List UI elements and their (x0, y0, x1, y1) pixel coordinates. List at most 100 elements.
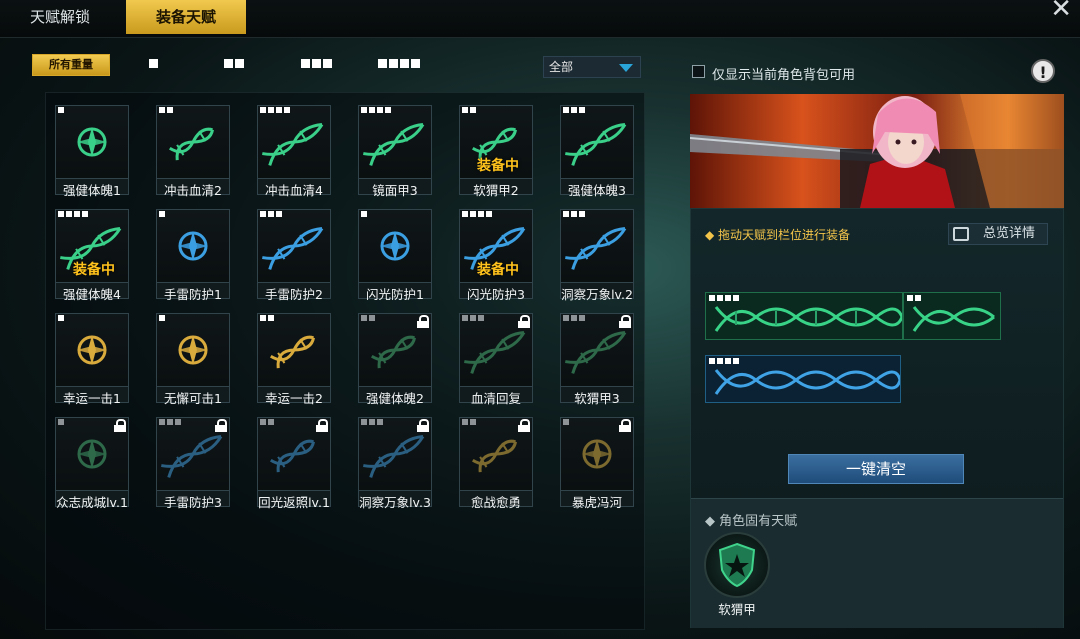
gold-dna-icon (270, 335, 315, 369)
gold-compass-icon (178, 335, 208, 365)
talent-card[interactable]: 手雷防护2 (257, 209, 331, 302)
character-portrait (690, 94, 1064, 208)
lock-icon (114, 419, 126, 432)
weight-dots (260, 211, 282, 217)
tab-equip-talent[interactable]: 装备天赋 (126, 0, 246, 34)
talent-card[interactable]: 手雷防护1 (156, 209, 230, 302)
equipped-slot-green-4[interactable] (705, 292, 903, 340)
weight-dots (58, 211, 88, 217)
talent-name: 手雷防护2 (265, 287, 323, 302)
talent-card[interactable]: 闪光防护1 (358, 209, 432, 302)
weight-dots (361, 211, 367, 217)
talent-card[interactable]: 冲击血清2 (156, 105, 230, 198)
category-dropdown-value: 全部 (549, 60, 574, 74)
talent-card[interactable]: 无懈可击1 (156, 313, 230, 406)
talent-name: 软猬甲2 (473, 183, 519, 198)
weight-dots (907, 295, 921, 301)
talent-card[interactable]: 强健体魄2 (358, 313, 432, 406)
drag-hint: ◆ 拖动天赋到栏位进行装备 (705, 228, 851, 242)
talent-name: 闪光防护3 (467, 287, 525, 302)
talent-name: 闪光防护1 (366, 287, 424, 302)
green-dna-icon (262, 123, 324, 166)
filter-weight-1[interactable] (149, 59, 158, 69)
equipped-slot-green-2[interactable] (903, 292, 1001, 340)
weight-dots (361, 107, 391, 113)
blue-dna-icon (262, 227, 324, 270)
category-dropdown[interactable]: 全部 (543, 56, 641, 78)
talent-name: 软猬甲3 (574, 391, 620, 406)
talent-card[interactable]: 装备中软猬甲2 (459, 105, 533, 198)
talent-card[interactable]: 手雷防护3 (156, 417, 230, 510)
clear-all-button[interactable]: 一键清空 (788, 454, 964, 484)
weight-dots (462, 107, 476, 113)
tab-talent-unlock[interactable]: 天赋解锁 (0, 0, 120, 34)
lock-icon (619, 419, 631, 432)
weight-dots (260, 419, 274, 425)
talent-name: 镜面甲3 (372, 183, 418, 198)
filter-weight-3[interactable] (301, 59, 332, 69)
innate-title-text: 角色固有天赋 (719, 514, 798, 529)
talent-card[interactable]: 暴虎冯河 (560, 417, 634, 510)
weight-dots (58, 107, 64, 113)
equipped-badge: 装备中 (73, 262, 115, 278)
backpack-filter-checkbox[interactable] (692, 65, 705, 78)
talent-name: 洞察万象lv.3 (359, 495, 431, 510)
talent-card[interactable]: 回光返照lv.1 (257, 417, 331, 510)
weight-dots (563, 315, 585, 321)
lock-icon (619, 315, 631, 328)
weight-dots (260, 107, 290, 113)
overview-detail-button[interactable]: 总览详情 (948, 223, 1048, 245)
blue-compass-icon (380, 231, 410, 261)
gold-compass-icon (77, 335, 107, 365)
talent-card[interactable]: 软猬甲3 (560, 313, 634, 406)
innate-talent-title: ◆ 角色固有天赋 (705, 514, 798, 529)
talent-name: 强健体魄4 (63, 287, 121, 302)
filter-weight-4[interactable] (378, 59, 420, 69)
talent-name: 幸运一击2 (265, 391, 323, 406)
weight-dots (159, 419, 181, 425)
talent-name: 幸运一击1 (63, 391, 121, 406)
talent-card[interactable]: 愈战愈勇 (459, 417, 533, 510)
talent-name: 暴虎冯河 (571, 495, 622, 510)
green-dna-icon (565, 123, 627, 166)
talent-name: 愈战愈勇 (470, 495, 521, 510)
overview-detail-label: 总览详情 (983, 226, 1036, 241)
green-compass-icon (77, 127, 107, 157)
weight-dots (462, 315, 484, 321)
document-icon (953, 227, 969, 241)
green-dna-icon (169, 127, 214, 161)
talent-card[interactable]: 洞察万象lv.2 (560, 209, 634, 302)
talent-card[interactable]: 幸运一击2 (257, 313, 331, 406)
weight-dots (709, 295, 739, 301)
lock-icon (518, 315, 530, 328)
weight-dots (361, 315, 375, 321)
equipped-badge: 装备中 (477, 158, 519, 174)
talent-card[interactable]: 镜面甲3 (358, 105, 432, 198)
talent-card[interactable]: 强健体魄1 (55, 105, 129, 198)
talent-name: 众志成城lv.1 (56, 495, 128, 510)
talent-card[interactable]: 洞察万象lv.3 (358, 417, 432, 510)
talent-card[interactable]: 冲击血清4 (257, 105, 331, 198)
filter-weight-2[interactable] (224, 59, 244, 69)
talent-name: 血清回复 (470, 391, 521, 406)
talent-name: 手雷防护1 (164, 287, 222, 302)
talent-name: 强健体魄1 (63, 183, 121, 198)
talent-card[interactable]: 血清回复 (459, 313, 533, 406)
weight-dots (159, 107, 173, 113)
talent-name: 手雷防护3 (164, 495, 222, 510)
talent-card[interactable]: 装备中强健体魄4 (55, 209, 129, 302)
weight-dots (58, 315, 64, 321)
talent-card[interactable]: 强健体魄3 (560, 105, 634, 198)
weight-dots (462, 419, 476, 425)
filter-all-weights[interactable]: 所有重量 (32, 54, 110, 76)
info-icon[interactable]: ! (1031, 59, 1055, 83)
talent-name: 冲击血清2 (164, 183, 222, 198)
weight-dots (462, 211, 492, 217)
close-icon[interactable]: ✕ (1050, 0, 1072, 24)
equipped-slot-blue-4[interactable] (705, 355, 901, 403)
talent-card[interactable]: 幸运一击1 (55, 313, 129, 406)
talent-card[interactable]: 装备中 闪光防护3 (459, 209, 533, 302)
top-bar: 天赋解锁 装备天赋 ✕ (0, 0, 1080, 38)
star-shield-icon[interactable] (704, 532, 770, 598)
talent-card[interactable]: 众志成城lv.1 (55, 417, 129, 510)
